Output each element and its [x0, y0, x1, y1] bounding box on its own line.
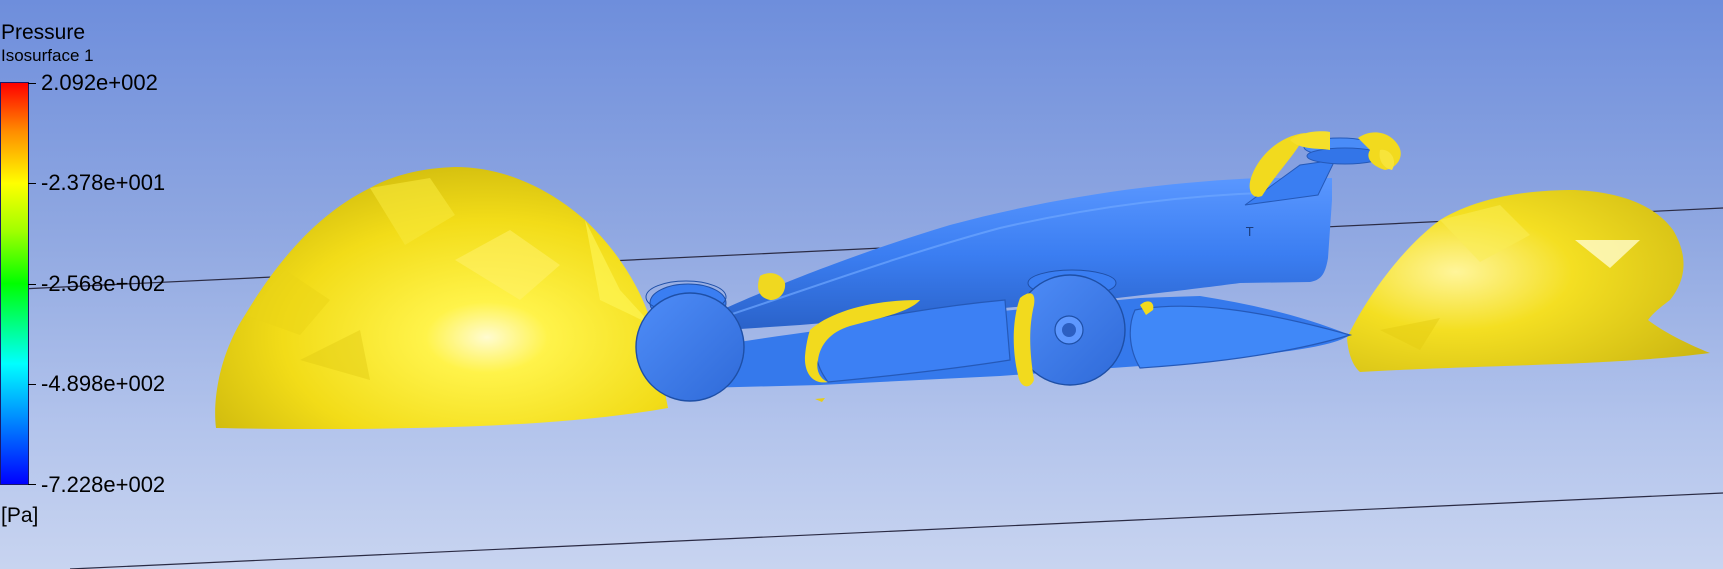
legend-tick [28, 484, 36, 485]
legend-tick [28, 284, 36, 285]
color-legend-bar [0, 82, 29, 485]
legend-subtitle: Isosurface 1 [1, 46, 94, 65]
legend-tick-label: -2.378e+001 [41, 170, 166, 195]
isosurface-blob-right [1347, 190, 1710, 372]
isosurface-blob-left [215, 167, 668, 430]
ground-line-lower [69, 492, 1723, 569]
legend-tick-label: -2.568e+002 [41, 271, 166, 296]
legend-tick-label: -4.898e+002 [41, 371, 166, 396]
legend-tick [28, 183, 36, 184]
svg-text:T: T [1245, 225, 1254, 239]
legend-tick [28, 83, 36, 84]
legend-tick-label: 2.092e+002 [41, 70, 158, 95]
scene-canvas[interactable]: T [0, 0, 1723, 569]
legend-tick [28, 384, 36, 385]
rear-wheel [635, 280, 745, 402]
3d-viewport[interactable]: T [0, 0, 1723, 569]
legend-title: Pressure [1, 21, 86, 44]
legend-unit: [Pa] [1, 504, 39, 527]
legend-tick-label: -7.228e+002 [41, 472, 166, 497]
